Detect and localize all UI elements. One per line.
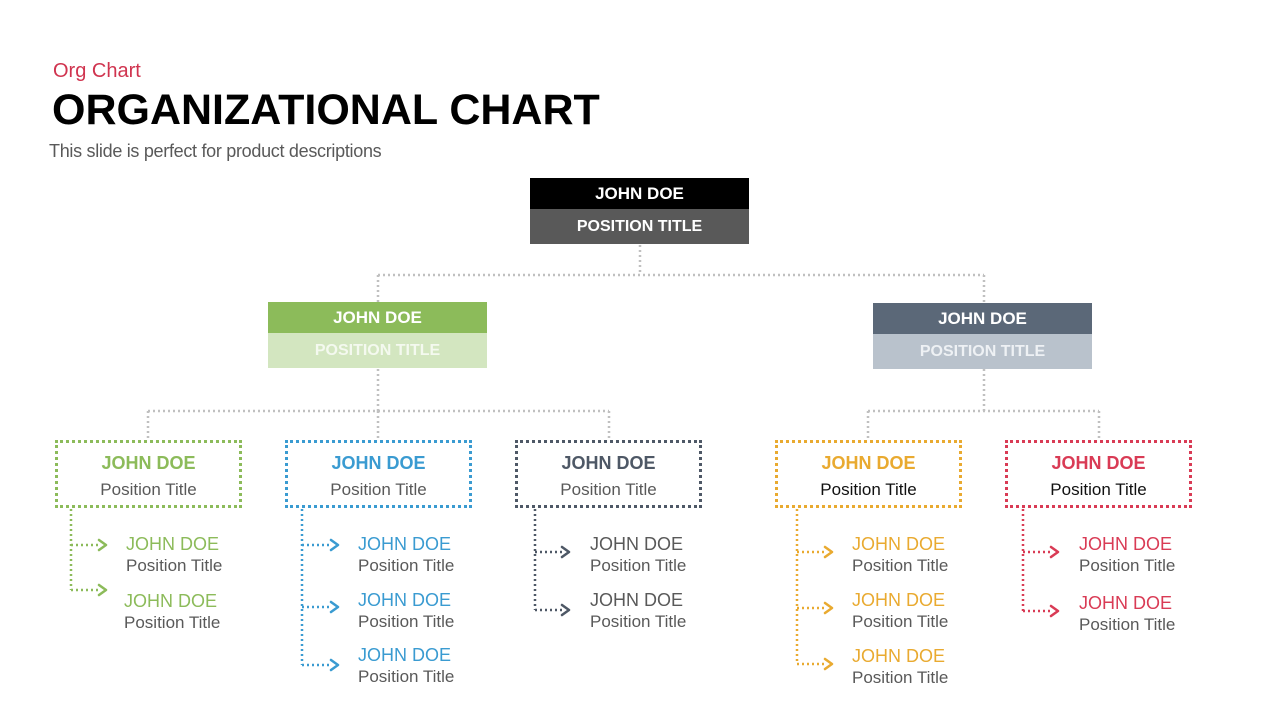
- report-item[interactable]: JOHN DOE Position Title: [590, 590, 686, 632]
- node-position: Position Title: [820, 480, 917, 499]
- arrow-head-icon: [329, 600, 340, 614]
- arrow-head-icon: [560, 603, 571, 617]
- report-item[interactable]: JOHN DOE Position Title: [1079, 534, 1175, 576]
- report-name: JOHN DOE: [358, 534, 452, 554]
- node-name: JOHN DOE: [561, 453, 656, 473]
- report-item[interactable]: JOHN DOE Position Title: [358, 590, 454, 632]
- org-node-lead-blue[interactable]: JOHN DOE Position Title: [285, 440, 472, 508]
- report-item[interactable]: JOHN DOE Position Title: [852, 590, 948, 632]
- org-node-lead-gray[interactable]: JOHN DOE Position Title: [515, 440, 702, 508]
- report-item[interactable]: JOHN DOE Position Title: [126, 534, 222, 576]
- arrow-head-icon: [329, 538, 340, 552]
- arrow-head-icon: [97, 583, 108, 597]
- arrow-head-icon: [1049, 545, 1060, 559]
- connector-orange-reports: [795, 509, 826, 666]
- org-node-lead-red[interactable]: JOHN DOE Position Title: [1005, 440, 1192, 508]
- org-node-lead-green[interactable]: JOHN DOE Position Title: [55, 440, 242, 508]
- arrow-head-icon: [560, 545, 571, 559]
- node-name: JOHN DOE: [1051, 453, 1146, 473]
- report-name: JOHN DOE: [124, 591, 218, 611]
- node-position: POSITION TITLE: [873, 334, 1092, 369]
- slide-title: ORGANIZATIONAL CHART: [52, 86, 600, 134]
- report-position: Position Title: [852, 612, 949, 631]
- connector-gray-reports: [533, 509, 563, 612]
- report-position: Position Title: [590, 556, 687, 575]
- report-name: JOHN DOE: [1079, 534, 1173, 554]
- report-name: JOHN DOE: [1079, 593, 1173, 613]
- report-position: Position Title: [126, 556, 223, 575]
- node-name: JOHN DOE: [530, 178, 749, 209]
- arrow-head-icon: [329, 658, 340, 672]
- report-position: Position Title: [852, 668, 949, 687]
- report-name: JOHN DOE: [852, 534, 946, 554]
- arrow-head-icon: [1049, 604, 1060, 618]
- node-position: Position Title: [330, 480, 427, 499]
- node-name: JOHN DOE: [821, 453, 916, 473]
- report-item[interactable]: JOHN DOE Position Title: [124, 591, 220, 633]
- report-item[interactable]: JOHN DOE Position Title: [1079, 593, 1175, 635]
- org-node-top[interactable]: JOHN DOE POSITION TITLE: [530, 178, 749, 244]
- report-position: Position Title: [358, 667, 455, 686]
- report-name: JOHN DOE: [126, 534, 220, 554]
- node-position: Position Title: [560, 480, 657, 499]
- report-item[interactable]: JOHN DOE Position Title: [358, 534, 454, 576]
- arrow-head-icon: [823, 601, 834, 615]
- connector-red-reports: [1021, 509, 1052, 613]
- node-name: JOHN DOE: [268, 302, 487, 333]
- report-position: Position Title: [1079, 615, 1176, 634]
- node-name: JOHN DOE: [331, 453, 426, 473]
- node-position: POSITION TITLE: [530, 209, 749, 244]
- arrow-head-icon: [823, 545, 834, 559]
- node-position: POSITION TITLE: [268, 333, 487, 368]
- report-position: Position Title: [590, 612, 687, 631]
- report-name: JOHN DOE: [358, 645, 452, 665]
- report-name: JOHN DOE: [590, 590, 684, 610]
- node-name: JOHN DOE: [101, 453, 196, 473]
- report-position: Position Title: [358, 556, 455, 575]
- connector-green-reports: [69, 509, 100, 592]
- report-item[interactable]: JOHN DOE Position Title: [852, 534, 948, 576]
- report-item[interactable]: JOHN DOE Position Title: [590, 534, 686, 576]
- report-name: JOHN DOE: [590, 534, 684, 554]
- report-name: JOHN DOE: [852, 646, 946, 666]
- node-position: Position Title: [100, 480, 197, 499]
- report-name: JOHN DOE: [852, 590, 946, 610]
- report-position: Position Title: [124, 613, 221, 632]
- slide-description: This slide is perfect for product descri…: [49, 141, 382, 161]
- report-position: Position Title: [358, 612, 455, 631]
- org-node-manager-slate[interactable]: JOHN DOE POSITION TITLE: [873, 303, 1092, 369]
- node-position: Position Title: [1050, 480, 1147, 499]
- slide-category-label: Org Chart: [53, 60, 141, 82]
- report-item[interactable]: JOHN DOE Position Title: [358, 645, 454, 687]
- org-node-manager-green[interactable]: JOHN DOE POSITION TITLE: [268, 302, 487, 368]
- report-name: JOHN DOE: [358, 590, 452, 610]
- report-position: Position Title: [852, 556, 949, 575]
- report-item[interactable]: JOHN DOE Position Title: [852, 646, 948, 688]
- org-node-lead-orange[interactable]: JOHN DOE Position Title: [775, 440, 962, 508]
- node-name: JOHN DOE: [873, 303, 1092, 334]
- arrow-head-icon: [823, 657, 834, 671]
- report-position: Position Title: [1079, 556, 1176, 575]
- connector-blue-reports: [300, 509, 332, 667]
- arrow-head-icon: [97, 538, 108, 552]
